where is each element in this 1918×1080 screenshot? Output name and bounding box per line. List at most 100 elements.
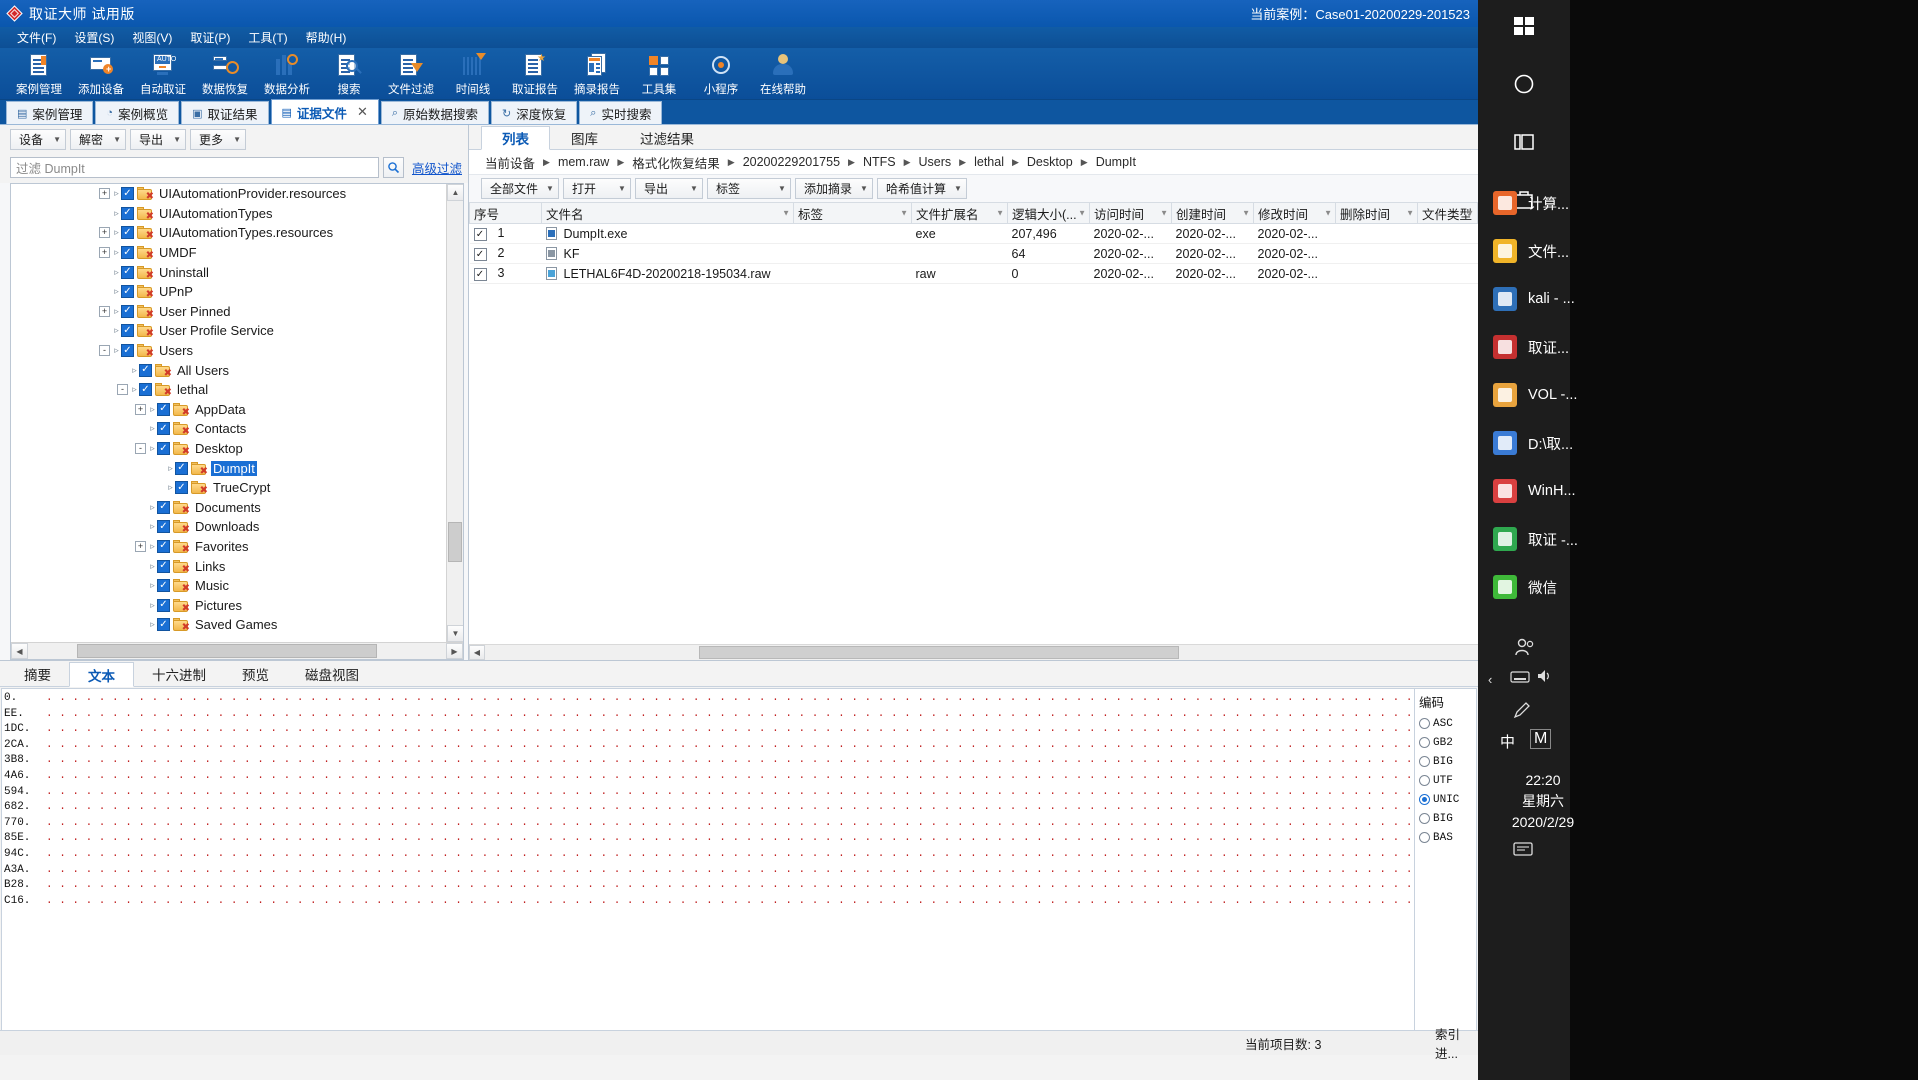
tab-live-search[interactable]: ⌕ 实时搜索 — [579, 101, 663, 124]
ime-chinese-indicator[interactable]: 中 — [1500, 731, 1515, 752]
tree-node-saved-games[interactable]: ▹ ✓ ✖ Saved Games — [11, 615, 446, 635]
toolbar-button-online-help[interactable]: 在线帮助 — [752, 50, 814, 97]
volume-icon[interactable] — [1536, 668, 1554, 687]
expand-icon[interactable]: + — [135, 403, 146, 415]
tree-node-checkbox[interactable]: ✓ — [157, 559, 170, 573]
tab-summary[interactable]: 摘要 — [6, 661, 69, 686]
column-header[interactable]: 标签 ▼ — [793, 202, 912, 224]
tray-chevron-left-icon[interactable]: ‹ — [1488, 672, 1492, 687]
keyboard-icon[interactable] — [1510, 670, 1530, 687]
table-row[interactable]: ✓ 2 KF 64 2020-02-... 2020-02-... 2020-02-... — [469, 243, 1478, 264]
taskbar-item-volatility[interactable]: VOL -... — [1492, 378, 1692, 412]
close-icon[interactable]: ✕ — [357, 104, 368, 120]
tree-node-all-users[interactable]: ▹ ✓ ✖ All Users — [11, 360, 446, 380]
tree-node-users[interactable]: - ▹ ✓ ✖ Users — [11, 341, 446, 361]
scroll-thumb[interactable] — [77, 644, 377, 658]
tree-node-checkbox[interactable]: ✓ — [175, 461, 188, 475]
collapse-icon[interactable]: - — [99, 345, 110, 357]
tree-node-checkbox[interactable]: ✓ — [157, 579, 170, 593]
tree-node-checkbox[interactable]: ✓ — [157, 618, 170, 632]
column-filter-icon[interactable]: ▼ — [1324, 209, 1332, 218]
dropdown-export[interactable]: 导出 ▼ — [130, 129, 186, 150]
column-filter-icon[interactable]: ▼ — [1160, 209, 1168, 218]
tab-filter-result[interactable]: 过滤结果 — [619, 125, 715, 149]
notification-icon[interactable] — [1512, 840, 1534, 863]
radio-icon[interactable] — [1419, 813, 1430, 824]
radio-icon[interactable] — [1419, 737, 1430, 748]
menu-item-forensics[interactable]: 取证(P) — [181, 27, 239, 48]
encoding-option[interactable]: BIG — [1419, 752, 1472, 771]
tree-search-button[interactable] — [382, 157, 404, 178]
toolbar-button-forensics-report[interactable]: ★ 取证报告 — [504, 50, 566, 97]
tree-node-contacts[interactable]: ▹ ✓ ✖ Contacts — [11, 419, 446, 439]
tree-node-umdf[interactable]: + ▹ ✓ ✖ UMDF — [11, 243, 446, 263]
column-header[interactable]: 删除时间 ▼ — [1335, 202, 1418, 224]
tree-node-checkbox[interactable]: ✓ — [139, 363, 152, 377]
expand-icon[interactable]: + — [135, 540, 146, 552]
toolbar-button-file-filter[interactable]: 文件过滤 — [380, 50, 442, 97]
column-header[interactable]: 创建时间 ▼ — [1171, 202, 1254, 224]
tree-filter-input[interactable]: 过滤 DumpIt — [10, 157, 379, 178]
tree-node-uiautomationtypes[interactable]: ▹ ✓ ✖ UIAutomationTypes — [11, 204, 446, 224]
pen-icon[interactable] — [1512, 700, 1532, 723]
tree-node-checkbox[interactable]: ✓ — [139, 383, 152, 397]
encoding-option[interactable]: GB2 — [1419, 733, 1472, 752]
toolbar-button-miniapp[interactable]: 小程序 — [690, 50, 752, 97]
tree-node-checkbox[interactable]: ✓ — [121, 187, 134, 201]
dropdown-all-files[interactable]: 全部文件 ▼ — [481, 178, 559, 199]
tab-forensics-result[interactable]: ▣ 取证结果 — [181, 101, 269, 124]
row-select-cell[interactable]: ✓ 3 — [469, 263, 542, 284]
radio-icon[interactable] — [1419, 756, 1430, 767]
breadcrumb-item[interactable]: 当前设备 — [481, 153, 539, 172]
tree-node-downloads[interactable]: ▹ ✓ ✖ Downloads — [11, 517, 446, 537]
column-header[interactable]: 文件名 ▼ — [541, 202, 794, 224]
file-name-cell[interactable]: DumpIt.exe — [541, 223, 794, 244]
text-viewer[interactable]: 0. EE. 1DC. 2CA. 3B8. 4A6. 594. 682. 770. 85E. 94C… — [1, 688, 1477, 1054]
column-filter-icon[interactable]: ▼ — [1466, 209, 1474, 218]
toolbar-button-toolset[interactable]: 工具集 — [628, 50, 690, 97]
tree-node-checkbox[interactable]: ✓ — [157, 442, 170, 456]
column-header[interactable]: 文件类型 ▼ — [1417, 202, 1478, 224]
tab-hex[interactable]: 十六进制 — [134, 661, 224, 686]
radio-icon[interactable] — [1419, 718, 1430, 729]
table-row[interactable]: ✓ 1 DumpIt.exe exe 207,496 2020-02-... 2020-02… — [469, 223, 1478, 244]
clock[interactable]: 22:20 星期六 2020/2/29 — [1488, 770, 1598, 833]
tab-list-view[interactable]: 列表 — [481, 126, 550, 150]
tree-node-checkbox[interactable]: ✓ — [157, 598, 170, 612]
column-header[interactable]: 修改时间 ▼ — [1253, 202, 1336, 224]
tab-text[interactable]: 文本 — [69, 662, 134, 687]
scroll-right-icon[interactable]: ▶ — [446, 643, 463, 659]
tree-node-checkbox[interactable]: ✓ — [157, 539, 170, 553]
encoding-option[interactable]: UNIC — [1419, 790, 1472, 809]
tree-node-checkbox[interactable]: ✓ — [175, 481, 188, 495]
tree-node-uiautomationtypes-resources[interactable]: + ▹ ✓ ✖ UIAutomationTypes.resources — [11, 223, 446, 243]
expand-icon[interactable]: + — [99, 188, 110, 200]
tree-node-appdata[interactable]: + ▹ ✓ ✖ AppData — [11, 400, 446, 420]
dropdown-add-excerpt[interactable]: 添加摘录 ▼ — [794, 178, 873, 199]
dropdown-hash-calc[interactable]: 哈希值计算 ▼ — [876, 178, 967, 199]
column-filter-icon[interactable]: ▼ — [1242, 209, 1250, 218]
tab-deep-recovery[interactable]: ↻ 深度恢复 — [491, 101, 578, 124]
tree-node-user-pinned[interactable]: + ▹ ✓ ✖ User Pinned — [11, 302, 446, 322]
tree-node-uiautomationprovider-resources[interactable]: + ▹ ✓ ✖ UIAutomationProvider.resources — [11, 184, 446, 204]
collapse-icon[interactable]: - — [135, 443, 146, 455]
menu-item-tools[interactable]: 工具(T) — [239, 27, 296, 48]
table-row[interactable]: ✓ 3 LETHAL6F4D-20200218-195034.raw raw 0 2020… — [469, 263, 1478, 284]
dropdown-open[interactable]: 打开 ▼ — [562, 178, 631, 199]
toolbar-button-case-manage[interactable]: 案例管理 — [8, 50, 70, 97]
tree-node-user-profile-service[interactable]: ▹ ✓ ✖ User Profile Service — [11, 321, 446, 341]
column-filter-icon[interactable]: ▼ — [1406, 209, 1414, 218]
file-table-horizontal-scrollbar[interactable]: ◀ — [469, 644, 1478, 660]
row-checkbox[interactable]: ✓ — [473, 268, 487, 282]
dropdown-decrypt[interactable]: 解密 ▼ — [70, 129, 126, 150]
scroll-down-icon[interactable]: ▼ — [447, 625, 463, 642]
tree-node-links[interactable]: ▹ ✓ ✖ Links — [11, 556, 446, 576]
breadcrumb-item[interactable]: lethal — [970, 155, 1008, 169]
encoding-option[interactable]: BAS — [1419, 828, 1472, 847]
encoding-option[interactable]: UTF — [1419, 771, 1472, 790]
expand-icon[interactable]: + — [99, 305, 110, 317]
taskbar-item-forensics-app[interactable]: 取证... — [1492, 330, 1692, 364]
expand-icon[interactable]: + — [99, 247, 110, 259]
tab-evidence-files[interactable]: ▤ 证据文件 ✕ — [270, 99, 379, 124]
tab-disk-view[interactable]: 磁盘视图 — [287, 661, 377, 686]
